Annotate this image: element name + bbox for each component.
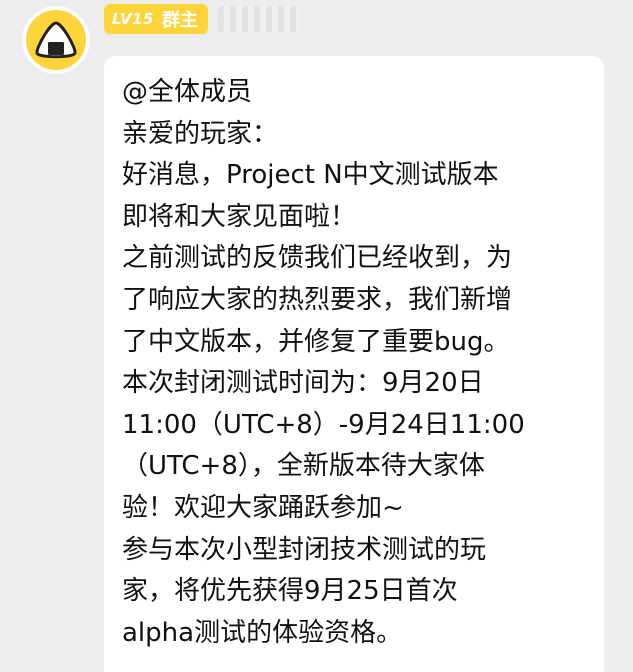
message-line: 之前测试的反馈我们已经收到，为	[122, 243, 513, 274]
role-label: 群主	[161, 10, 198, 31]
message-line: 好消息，Project N中文测试版本	[122, 160, 499, 191]
message-line: 11:00（UTC+8）-9月24日11:00	[122, 409, 525, 440]
level-label: LV15	[112, 10, 154, 28]
message-line: 即将和大家见面啦！	[122, 201, 357, 232]
message-line: 验！欢迎大家踊跃参加~	[122, 492, 404, 523]
message-line: 参与本次小型封闭技术测试的玩	[122, 534, 487, 565]
sender-name-blurred[interactable]	[217, 6, 300, 32]
message-line: 家，将优先获得9月25日首次	[122, 576, 458, 607]
onigiri-icon	[26, 10, 86, 70]
message-line: alpha测试的体验资格。	[122, 617, 403, 648]
message-line: 了中文版本，并修复了重要bug。	[122, 326, 510, 357]
sender-header: LV15 群主	[104, 4, 300, 34]
member-level-badge: LV15 群主	[104, 4, 208, 34]
sender-avatar[interactable]	[22, 6, 90, 74]
message-bubble[interactable]: @全体成员 亲爱的玩家： 好消息，Project N中文测试版本 即将和大家见面…	[104, 56, 604, 672]
message-line: @全体成员	[122, 77, 253, 107]
message-line: 本次封闭测试时间为：9月20日	[122, 368, 484, 399]
message-line: 亲爱的玩家：	[122, 118, 279, 149]
message-line: （UTC+8），全新版本待大家体	[122, 451, 485, 482]
message-line: 了响应大家的热烈要求，我们新增	[122, 284, 513, 315]
chat-view: LV15 群主 @全体成员 亲爱的玩家： 好消息，Project N中文测试版本…	[0, 0, 633, 672]
